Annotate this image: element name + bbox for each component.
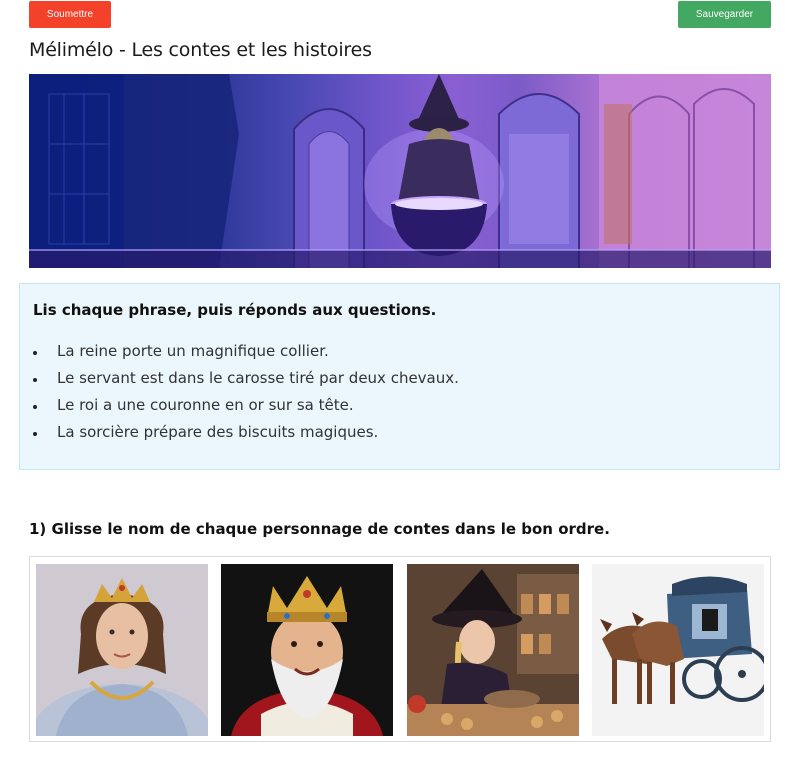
drag-cards-container	[29, 556, 771, 742]
sentence-item: La reine porte un magnifique collier.	[32, 342, 459, 369]
sentence-item: Le servant est dans le carosse tiré par …	[32, 369, 459, 396]
witch-card[interactable]	[407, 564, 579, 736]
king-card[interactable]	[221, 564, 393, 736]
banner-image	[29, 74, 771, 268]
sentence-list: La reine porte un magnifique collier. Le…	[32, 342, 459, 450]
queen-card[interactable]	[36, 564, 208, 736]
submit-button[interactable]: Soumettre	[29, 1, 111, 28]
carriage-card[interactable]	[592, 564, 764, 736]
question-1-prompt: 1) Glisse le nom de chaque personnage de…	[29, 520, 610, 538]
instructions-panel: Lis chaque phrase, puis réponds aux ques…	[19, 283, 780, 470]
save-button[interactable]: Sauvegarder	[678, 1, 771, 28]
page-title: Mélimélo - Les contes et les histoires	[29, 39, 372, 61]
sentence-item: La sorcière prépare des biscuits magique…	[32, 423, 459, 450]
instructions-title: Lis chaque phrase, puis réponds aux ques…	[33, 301, 437, 319]
page: Soumettre Sauvegarder Mélimélo - Les con…	[0, 0, 800, 762]
sentence-item: Le roi a une couronne en or sur sa tête.	[32, 396, 459, 423]
